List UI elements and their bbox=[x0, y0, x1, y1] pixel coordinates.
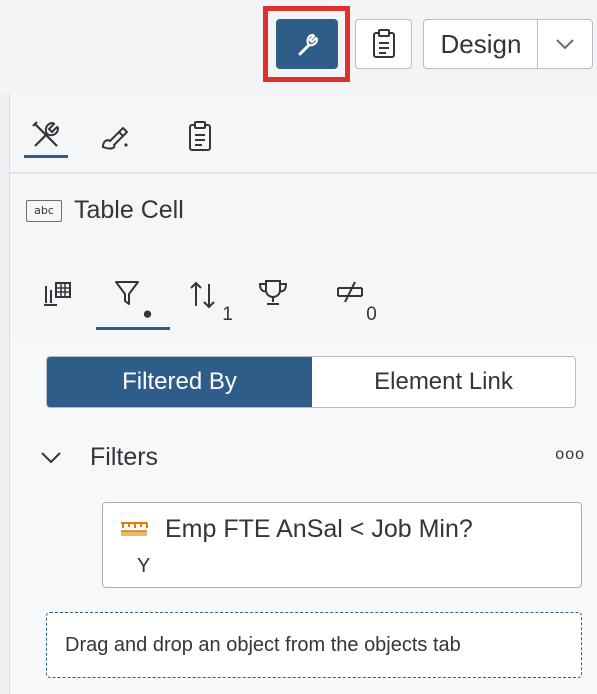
columns-icon bbox=[44, 282, 71, 306]
clipboard-icon bbox=[372, 29, 395, 58]
drop-hint: Drag and drop an object from the objects… bbox=[65, 633, 461, 656]
filter-expression: Emp FTE AnSal < Job Min? bbox=[165, 515, 473, 543]
more-options-icon[interactable]: ooo bbox=[555, 446, 585, 464]
tab-breaks[interactable]: 0 bbox=[326, 270, 386, 330]
object-header: abc Table Cell bbox=[26, 196, 184, 225]
panel-left-edge bbox=[0, 94, 10, 694]
filter-mode-segmented: Filtered By Element Link bbox=[46, 356, 576, 408]
clipboard-button[interactable] bbox=[355, 19, 412, 69]
clipboard-icon bbox=[189, 121, 211, 151]
tab-filters[interactable]: ● bbox=[96, 270, 170, 330]
break-count: 0 bbox=[366, 304, 377, 325]
tools-icon bbox=[32, 120, 60, 147]
element-link-button[interactable]: Element Link bbox=[312, 357, 575, 407]
object-label: Table Cell bbox=[74, 196, 184, 224]
sub-tabs: ● 1 0 bbox=[20, 270, 597, 332]
tab-ranking[interactable] bbox=[252, 270, 294, 330]
build-button[interactable] bbox=[276, 19, 338, 69]
tab-columns[interactable] bbox=[38, 270, 78, 330]
tab-sort[interactable]: 1 bbox=[182, 270, 238, 330]
break-icon bbox=[337, 281, 364, 303]
filter-drop-zone[interactable]: Drag and drop an object from the objects… bbox=[46, 612, 582, 678]
paintbrush-icon bbox=[101, 126, 129, 150]
chevron-down-icon[interactable] bbox=[40, 450, 62, 464]
measure-icon bbox=[121, 522, 148, 536]
filter-icon bbox=[115, 281, 140, 305]
wrench-icon bbox=[298, 33, 319, 56]
filters-label: Filters bbox=[90, 442, 159, 471]
filter-item[interactable]: Emp FTE AnSal < Job Min? Y bbox=[102, 502, 582, 588]
panel-tabs bbox=[20, 100, 597, 170]
filters-section-header[interactable]: Filters ooo bbox=[40, 432, 585, 482]
design-label: Design bbox=[440, 28, 522, 59]
tabs-divider bbox=[10, 172, 597, 174]
chevron-down-icon bbox=[556, 39, 574, 50]
sort-icon bbox=[190, 281, 215, 309]
design-mode-button[interactable]: Design bbox=[423, 19, 538, 69]
filtered-by-button[interactable]: Filtered By bbox=[47, 357, 312, 407]
sort-count: 1 bbox=[222, 304, 233, 325]
design-dropdown-button[interactable] bbox=[537, 19, 593, 69]
trophy-icon bbox=[258, 280, 288, 305]
tab-notes[interactable] bbox=[178, 114, 222, 158]
filter-expression-value: Y bbox=[137, 555, 151, 577]
filter-active-dot: ● bbox=[142, 304, 153, 323]
text-type-icon: abc bbox=[26, 199, 62, 222]
tab-builder[interactable] bbox=[24, 114, 68, 158]
tab-styling[interactable] bbox=[92, 114, 136, 158]
